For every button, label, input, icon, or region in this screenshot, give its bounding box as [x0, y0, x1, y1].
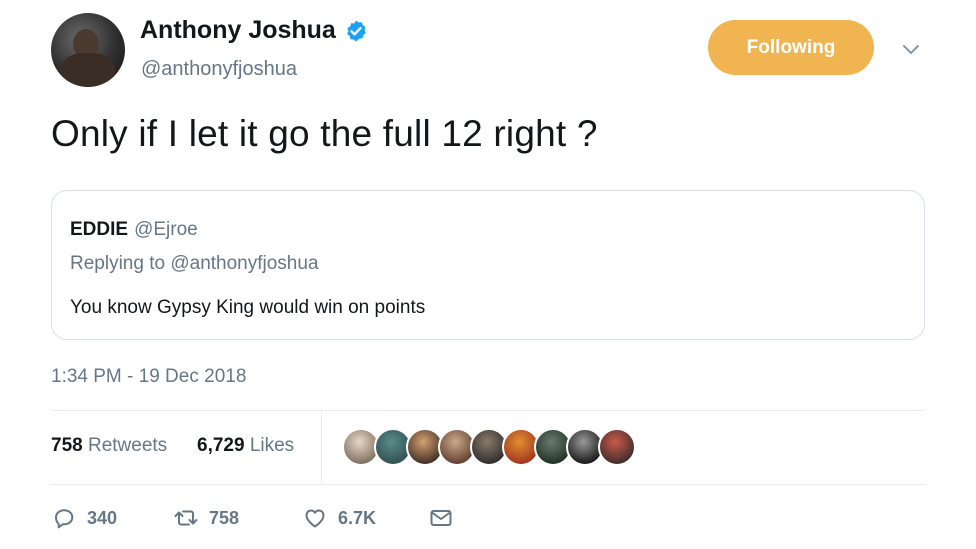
chevron-down-icon[interactable] — [900, 38, 922, 60]
author-name-row[interactable]: Anthony Joshua — [140, 16, 368, 45]
replying-to-line: Replying to @anthonyfjoshua — [70, 253, 319, 275]
tweet-text: Only if I let it go the full 12 right ? — [51, 113, 598, 154]
replying-to-handle[interactable]: @anthonyfjoshua — [170, 253, 318, 274]
following-button[interactable]: Following — [708, 20, 874, 75]
like-count: 6.7K — [338, 507, 377, 528]
likes-stat-label: Likes — [249, 435, 295, 456]
direct-message-button[interactable] — [428, 505, 454, 531]
quoted-tweet-header: EDDIE @Ejroe — [70, 219, 198, 241]
divider — [51, 410, 925, 411]
reply-count: 340 — [87, 507, 118, 528]
retweets-stat[interactable]: 758 Retweets — [51, 435, 167, 457]
retweet-button[interactable]: 758 — [173, 505, 239, 531]
liker-avatar[interactable] — [598, 428, 636, 466]
reply-button[interactable]: 340 — [51, 505, 117, 531]
heart-icon — [305, 509, 325, 528]
verified-badge-icon — [344, 19, 368, 43]
tweet-timestamp[interactable]: 1:34 PM - 19 Dec 2018 — [51, 366, 246, 388]
liker-avatars[interactable] — [342, 428, 636, 466]
author-handle[interactable]: @anthonyfjoshua — [141, 58, 297, 81]
retweet-count: 758 — [209, 507, 240, 528]
quoted-tweet[interactable]: EDDIE @Ejroe Replying to @anthonyfjoshua… — [51, 190, 925, 340]
likes-stat-count: 6,729 — [197, 435, 245, 456]
quoted-author-handle: @Ejroe — [134, 219, 198, 240]
author-avatar[interactable] — [51, 13, 125, 87]
stats-divider — [321, 410, 322, 484]
like-button[interactable]: 6.7K — [302, 505, 376, 531]
quoted-tweet-text: You know Gypsy King would win on points — [70, 297, 426, 318]
divider — [51, 484, 925, 485]
quoted-author-name: EDDIE — [70, 219, 129, 240]
envelope-icon — [430, 510, 452, 526]
author-display-name[interactable]: Anthony Joshua — [140, 16, 336, 45]
reply-icon — [55, 509, 74, 529]
retweet-icon — [174, 510, 198, 526]
retweets-stat-label: Retweets — [87, 435, 168, 456]
retweets-stat-count: 758 — [51, 435, 83, 456]
likes-stat[interactable]: 6,729 Likes — [197, 435, 294, 457]
replying-to-label: Replying to — [70, 253, 166, 274]
